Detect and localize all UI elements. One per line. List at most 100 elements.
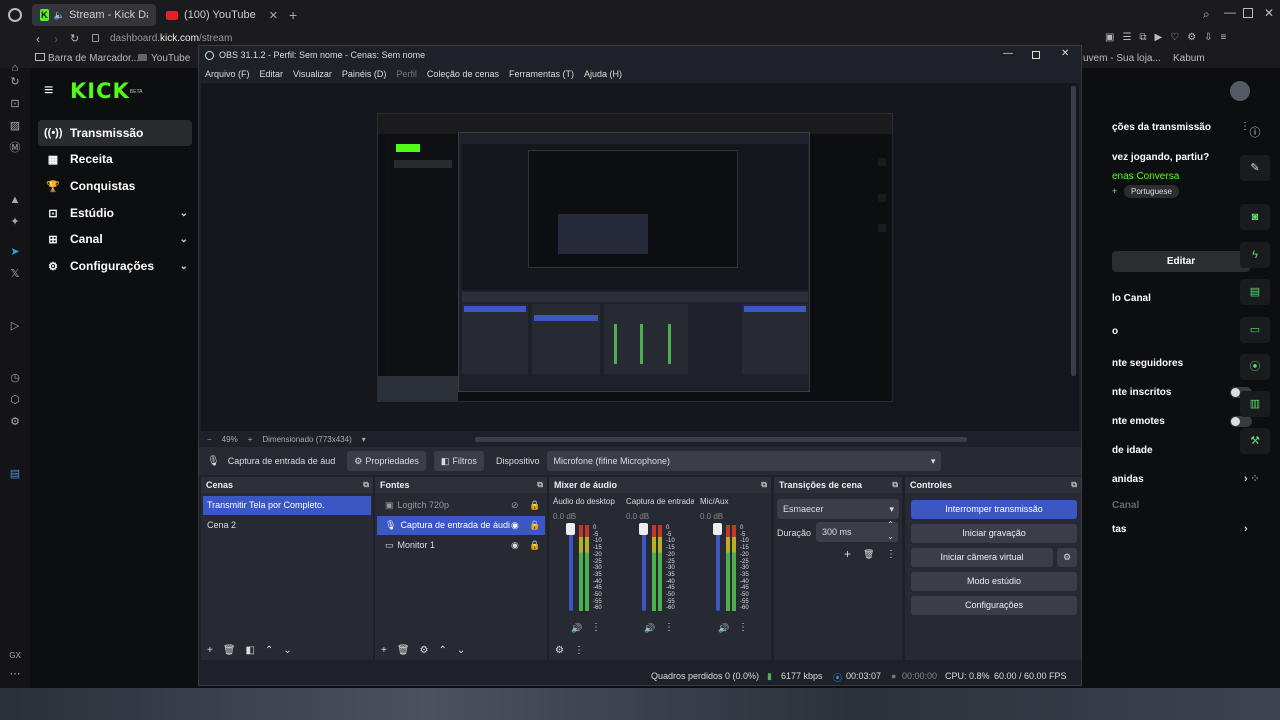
lock-icon[interactable]: 🔒: [529, 536, 540, 555]
add-icon[interactable]: +: [207, 645, 213, 656]
bag-icon[interactable]: ⊡: [9, 98, 21, 110]
source-item[interactable]: 🎙 Captura de entrada de áudi ◉ 🔒: [377, 516, 545, 535]
close-tab-icon[interactable]: ✕: [269, 9, 278, 22]
float-icon[interactable]: ⧉: [363, 477, 369, 493]
extensions-icons[interactable]: ▣☰⧉▶♡⚙⇩≡: [1105, 32, 1234, 43]
device-select[interactable]: Microfone (fifine Microphone) ▾: [547, 451, 942, 471]
float-icon[interactable]: ⧉: [1071, 477, 1077, 493]
channel-setting-row[interactable]: tas ›: [1112, 523, 1252, 535]
edit-button[interactable]: Editar: [1112, 251, 1250, 272]
preview-scrollbar-h[interactable]: [475, 437, 967, 442]
stop-stream-button[interactable]: Interromper transmissão: [911, 500, 1077, 519]
fader-handle[interactable]: [713, 523, 722, 535]
channel-setting-row[interactable]: Canal: [1112, 500, 1252, 511]
menu-editar[interactable]: Editar: [260, 69, 284, 79]
new-tab-icon[interactable]: +: [289, 7, 297, 23]
menu-arquivo[interactable]: Arquivo (F): [205, 69, 250, 79]
channel-setting-row[interactable]: nte emotes: [1112, 416, 1252, 427]
settings-icon[interactable]: ⚙: [9, 416, 21, 428]
volume-fader[interactable]: [569, 525, 573, 611]
eye-icon[interactable]: ◉: [511, 516, 519, 535]
more-vert-icon[interactable]: ⋮: [738, 622, 748, 633]
close-icon[interactable]: ✕: [1061, 48, 1069, 59]
channel-setting-row[interactable]: anidas ›: [1112, 473, 1252, 485]
bookmark-folder[interactable]: Barra de Marcador...: [48, 53, 139, 64]
nav-configuracoes[interactable]: ⚙ Configurações ⌄: [38, 253, 192, 279]
menu-ajuda[interactable]: Ajuda (H): [584, 69, 622, 79]
plugins-icon[interactable]: ⁘: [1240, 466, 1270, 492]
nav-conquistas[interactable]: 🏆 Conquistas: [38, 173, 192, 199]
doc-icon[interactable]: ▤: [9, 468, 21, 480]
scene-item[interactable]: Transmitir Tela por Completo.: [203, 496, 371, 515]
lock-icon[interactable]: 🔒: [529, 496, 540, 515]
scene-item[interactable]: Cena 2: [203, 516, 371, 535]
eye-icon[interactable]: ◉: [511, 536, 519, 555]
move-up-icon[interactable]: ⌃: [265, 645, 273, 656]
move-up-icon[interactable]: ⌃: [439, 645, 447, 656]
add-icon[interactable]: +: [844, 547, 851, 561]
hamburger-icon[interactable]: ≡: [44, 82, 53, 100]
zoom-out-button[interactable]: −: [207, 435, 212, 444]
minimize-icon[interactable]: —: [1224, 5, 1236, 19]
start-virtual-camera-button[interactable]: Iniciar câmera virtual: [911, 548, 1053, 567]
channel-setting-row[interactable]: nte inscritos: [1112, 387, 1252, 398]
fader-handle[interactable]: [639, 523, 648, 535]
search-icon[interactable]: ⌕: [1203, 7, 1210, 22]
volume-fader[interactable]: [642, 525, 646, 611]
pattern-icon[interactable]: ▨: [9, 120, 21, 132]
gear-icon[interactable]: ⚙: [420, 645, 429, 656]
virtual-camera-settings-icon[interactable]: ⚙: [1057, 548, 1077, 567]
bookmark-youtube[interactable]: YouTube: [151, 53, 190, 64]
properties-button[interactable]: ⚙ Propriedades: [347, 451, 426, 471]
reload-icon[interactable]: ↻: [70, 32, 79, 45]
move-down-icon[interactable]: ⌄: [457, 645, 465, 656]
nav-canal[interactable]: ⊞ Canal ⌄: [38, 226, 192, 252]
nav-receita[interactable]: ▦ Receita: [38, 146, 192, 172]
nav-estudio[interactable]: ⊡ Estúdio ⌄: [38, 200, 192, 226]
x-icon[interactable]: 𝕏: [9, 268, 21, 280]
channel-setting-row[interactable]: nte seguidores›: [1112, 357, 1252, 369]
source-item[interactable]: ▭ Monitor 1 ◉ 🔒: [377, 536, 545, 555]
more-vert-icon[interactable]: ⋮: [574, 645, 584, 656]
arrow-icon[interactable]: ▲: [9, 194, 21, 206]
trash-icon[interactable]: 🗑: [397, 645, 410, 656]
close-icon[interactable]: ✕: [1264, 6, 1274, 20]
info-icon[interactable]: ⓘ: [1240, 120, 1270, 146]
doc-icon[interactable]: ▤: [1240, 279, 1270, 305]
wrench-icon[interactable]: ⚒: [1240, 428, 1270, 454]
tab-kick-dashboard[interactable]: K 🔈 Stream - Kick Dashbo: [32, 4, 156, 26]
zoom-in-button[interactable]: +: [248, 435, 253, 444]
speaker-icon[interactable]: 🔊: [718, 623, 729, 634]
refresh-icon[interactable]: ↻: [9, 76, 21, 88]
speaker-icon[interactable]: 🔊: [644, 623, 655, 634]
opera-logo-icon[interactable]: [8, 8, 22, 22]
clock-icon[interactable]: ◷: [9, 372, 21, 384]
nav-transmissao[interactable]: ((•)) Transmissão: [38, 120, 192, 146]
forward-icon[interactable]: ›: [54, 32, 58, 46]
maximize-icon[interactable]: [1243, 8, 1253, 18]
maximize-icon[interactable]: [1032, 51, 1040, 59]
more-vert-icon[interactable]: ⋮: [886, 549, 896, 560]
menu-perfil[interactable]: Perfil: [396, 69, 417, 79]
avatar[interactable]: [1230, 81, 1250, 101]
channel-setting-row[interactable]: de idade›: [1112, 444, 1252, 456]
settings-button[interactable]: Configurações: [911, 596, 1077, 615]
camera-icon[interactable]: ◙: [1240, 204, 1270, 230]
back-icon[interactable]: ‹: [36, 32, 40, 46]
toggle-switch[interactable]: [1230, 416, 1252, 427]
chevron-right-icon[interactable]: ›: [1244, 523, 1248, 535]
lock-icon[interactable]: 🔒: [529, 516, 540, 535]
filter-icon[interactable]: ◧: [246, 645, 255, 656]
layout-icon[interactable]: ▥: [1240, 391, 1270, 417]
float-icon[interactable]: ⧉: [892, 477, 898, 493]
cube-icon[interactable]: ⬡: [9, 394, 21, 406]
float-icon[interactable]: ⧉: [761, 477, 767, 493]
filters-button[interactable]: ◧ Filtros: [433, 451, 484, 471]
trash-icon[interactable]: 🗑: [223, 645, 236, 656]
home-icon[interactable]: ⌂: [9, 62, 21, 74]
edit-pencil-icon[interactable]: ✎: [1240, 155, 1270, 181]
minimize-icon[interactable]: —: [1003, 48, 1013, 59]
speaker-icon[interactable]: 🔊: [571, 623, 582, 634]
more-vert-icon[interactable]: ⋮: [664, 622, 674, 633]
more-icon[interactable]: ⋯: [9, 668, 21, 680]
